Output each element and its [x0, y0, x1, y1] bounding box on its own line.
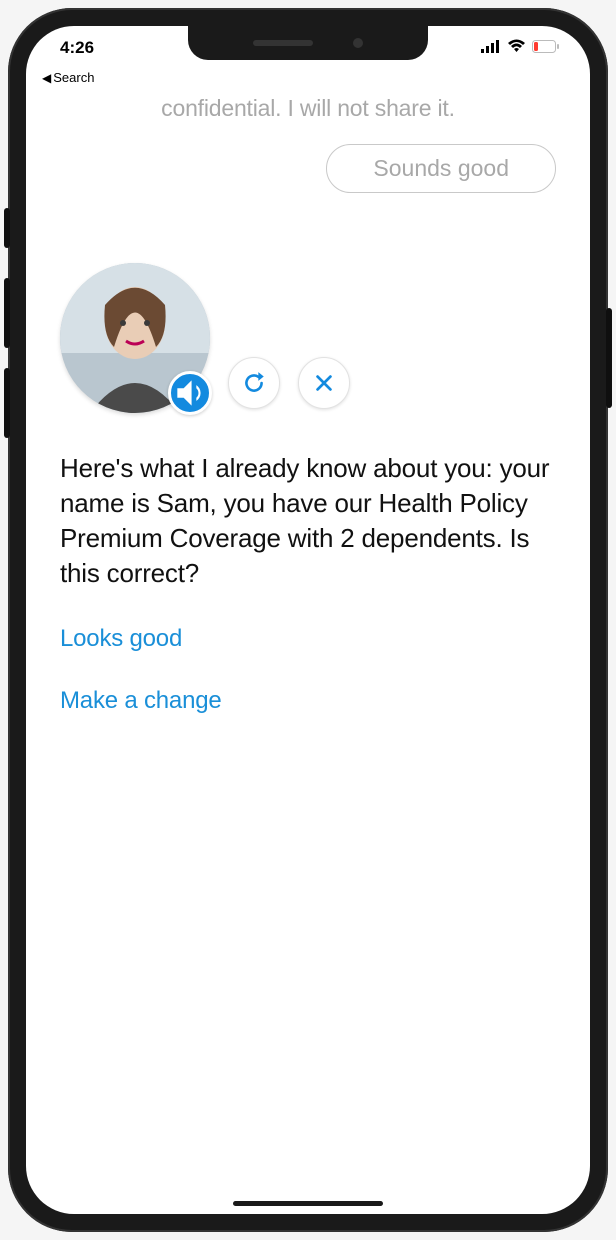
replay-icon	[241, 370, 267, 396]
speaker-icon	[171, 374, 209, 412]
replay-button[interactable]	[228, 357, 280, 409]
option-label: Make a change	[60, 687, 222, 714]
option-label: Looks good	[60, 625, 182, 652]
notch	[188, 26, 428, 60]
home-indicator[interactable]	[233, 1201, 383, 1206]
option-looks-good[interactable]: Looks good	[60, 625, 556, 653]
previous-bot-message: confidential. I will not share it.	[60, 95, 556, 122]
bot-message: Here's what I already know about you: yo…	[60, 451, 556, 591]
user-reply-text: Sounds good	[373, 155, 509, 181]
phone-frame: 4:26 ◀ Search confidential. I will not s…	[8, 8, 608, 1232]
close-icon	[313, 372, 335, 394]
volume-button	[4, 208, 10, 248]
back-label: Search	[53, 70, 94, 85]
front-camera	[353, 38, 363, 48]
wifi-icon	[507, 38, 526, 58]
battery-low-icon	[532, 38, 560, 58]
clock: 4:26	[60, 38, 94, 58]
volume-button	[4, 278, 10, 348]
power-button	[606, 308, 612, 408]
speaker-button[interactable]	[168, 371, 212, 415]
option-make-change[interactable]: Make a change	[60, 687, 556, 715]
speaker-grille	[253, 40, 313, 46]
back-caret-icon: ◀	[42, 71, 51, 85]
user-reply-pill[interactable]: Sounds good	[326, 144, 556, 193]
assistant-avatar	[60, 263, 210, 413]
close-button[interactable]	[298, 357, 350, 409]
cellular-icon	[481, 38, 501, 58]
back-to-search[interactable]: ◀ Search	[26, 70, 590, 89]
volume-button	[4, 368, 10, 438]
screen: 4:26 ◀ Search confidential. I will not s…	[26, 26, 590, 1214]
